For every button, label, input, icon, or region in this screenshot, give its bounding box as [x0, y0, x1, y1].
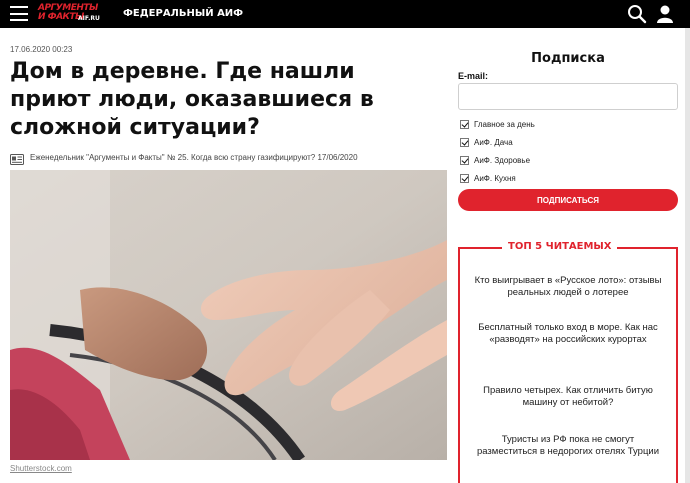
- logo-domain: AIF.RU: [78, 15, 100, 22]
- article-photo: [10, 170, 447, 460]
- option-health[interactable]: АиФ. Здоровье: [460, 155, 530, 166]
- option-kitchen[interactable]: АиФ. Кухня: [460, 173, 516, 184]
- section-link[interactable]: ФЕДЕРАЛЬНЫЙ АИФ: [123, 8, 243, 19]
- menu-icon[interactable]: [10, 6, 28, 21]
- subscribe-button[interactable]: ПОДПИСАТЬСЯ: [458, 189, 678, 211]
- user-icon[interactable]: [655, 4, 675, 24]
- option-label: АиФ. Кухня: [474, 174, 516, 183]
- article-date: 17.06.2020 00:23: [10, 45, 73, 54]
- search-icon[interactable]: [627, 4, 647, 24]
- issue-link[interactable]: Еженедельник "Аргументы и Факты" № 25. К…: [30, 153, 358, 162]
- article-title: Дом в деревне. Где нашли приют люди, ока…: [10, 59, 374, 140]
- top5-item[interactable]: Бесплатный только вход в море. Как нас «…: [472, 322, 664, 346]
- checkbox-checked-icon[interactable]: [460, 174, 469, 183]
- option-dacha[interactable]: АиФ. Дача: [460, 137, 513, 148]
- option-label: АиФ. Дача: [474, 138, 513, 147]
- top5-item[interactable]: Кто выигрывает в «Русское лото»: отзывы …: [472, 275, 664, 299]
- top-navigation-bar: АРГУМЕНТЫ И ФАКТЫ AIF.RU ФЕДЕРАЛЬНЫЙ АИФ: [0, 0, 690, 28]
- issue-info: Еженедельник "Аргументы и Факты" № 25. К…: [10, 151, 358, 165]
- email-input[interactable]: [458, 83, 678, 110]
- scrollbar-track[interactable]: [685, 28, 690, 483]
- option-label: Главное за день: [474, 120, 535, 129]
- option-label: АиФ. Здоровье: [474, 156, 531, 165]
- top5-item[interactable]: Туристы из РФ пока не смогут разместитьс…: [472, 434, 664, 458]
- checkbox-checked-icon[interactable]: [460, 156, 469, 165]
- email-label: E-mail:: [458, 71, 489, 81]
- top5-item[interactable]: Правило четырех. Как отличить битую маши…: [472, 385, 664, 409]
- photo-credit-link[interactable]: Shutterstock.com: [10, 464, 72, 473]
- top5-title: ТОП 5 ЧИТАЕМЫХ: [502, 241, 618, 252]
- newspaper-icon: [10, 152, 24, 165]
- site-logo[interactable]: АРГУМЕНТЫ И ФАКТЫ AIF.RU: [38, 4, 104, 24]
- subscription-title: Подписка: [531, 51, 605, 66]
- logo-line-2: И ФАКТЫ: [38, 12, 84, 22]
- option-main-daily[interactable]: Главное за день: [460, 119, 535, 130]
- checkbox-checked-icon[interactable]: [460, 120, 469, 129]
- checkbox-checked-icon[interactable]: [460, 138, 469, 147]
